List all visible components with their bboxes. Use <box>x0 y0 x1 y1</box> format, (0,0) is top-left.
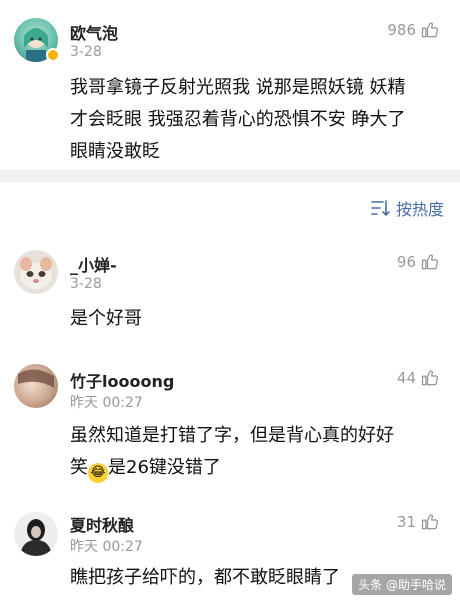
comment-text-fragment: 笑 <box>70 457 88 478</box>
comment-text-line: 才会眨眼 我强忍着背心的恐惧不安 睁大了 <box>70 109 406 130</box>
comment-text: 瞧把孩子给吓的，都不敢眨眼睛了 <box>70 562 340 594</box>
avatar[interactable] <box>14 364 58 408</box>
like-count: 44 <box>396 369 416 387</box>
comment-text-line: 瞧把孩子给吓的，都不敢眨眼睛了 <box>70 567 340 588</box>
comment-text-fragment: 是26键没错了 <box>108 457 221 478</box>
like-count: 986 <box>387 21 416 39</box>
comment-text-line: 我哥拿镜子反射光照我 说那是照妖镜 妖精 <box>70 77 406 98</box>
sort-label: 按热度 <box>395 200 444 219</box>
comment-author[interactable]: 竹子loooong <box>70 368 174 392</box>
thumbs-up-icon <box>420 252 440 272</box>
thumbs-up-icon <box>420 512 440 532</box>
like-count: 96 <box>396 253 416 271</box>
section-divider <box>0 170 460 182</box>
sort-button[interactable]: 按热度 <box>370 196 444 220</box>
like-button[interactable]: 31 <box>397 512 440 532</box>
comment-text-line: 是个好哥 <box>70 308 142 329</box>
sort-icon <box>370 199 390 217</box>
comment-text-line: 眼睛没敢眨 <box>70 141 160 162</box>
like-button[interactable]: 44 <box>397 368 440 388</box>
comment-date: 昨天 00:27 <box>70 539 143 555</box>
comment-author[interactable]: _小婵- <box>70 252 117 276</box>
comment-author[interactable]: 欧气泡 <box>70 20 118 44</box>
comment-text-line: 虽然知道是打错了字，但是背心真的好好 <box>70 425 394 446</box>
comment-text-line: 笑 😂 是26键没错了 <box>70 452 394 484</box>
like-button[interactable]: 986 <box>387 20 440 40</box>
thumbs-up-icon <box>420 368 440 388</box>
like-count: 31 <box>396 513 416 531</box>
comment-text: 是个好哥 <box>70 303 142 335</box>
comment-text: 我哥拿镜子反射光照我 说那是照妖镜 妖精 才会眨眼 我强忍着背心的恐惧不安 睁大… <box>70 72 405 168</box>
verified-badge-icon <box>46 48 60 62</box>
comment-text: 虽然知道是打错了字，但是背心真的好好 笑 😂 是26键没错了 <box>70 420 394 484</box>
comment-date: 3-28 <box>70 276 102 292</box>
thumbs-up-icon <box>420 20 440 40</box>
laughing-emoji-icon: 😂 <box>88 463 108 483</box>
comment-date: 昨天 00:27 <box>70 395 143 411</box>
comment-author[interactable]: 夏时秋酿 <box>70 512 134 536</box>
like-button[interactable]: 96 <box>397 252 440 272</box>
comment-date: 3-28 <box>70 44 102 60</box>
avatar[interactable] <box>14 250 58 294</box>
watermark: 头条 @助手哈说 <box>352 574 452 595</box>
avatar[interactable] <box>14 512 58 556</box>
